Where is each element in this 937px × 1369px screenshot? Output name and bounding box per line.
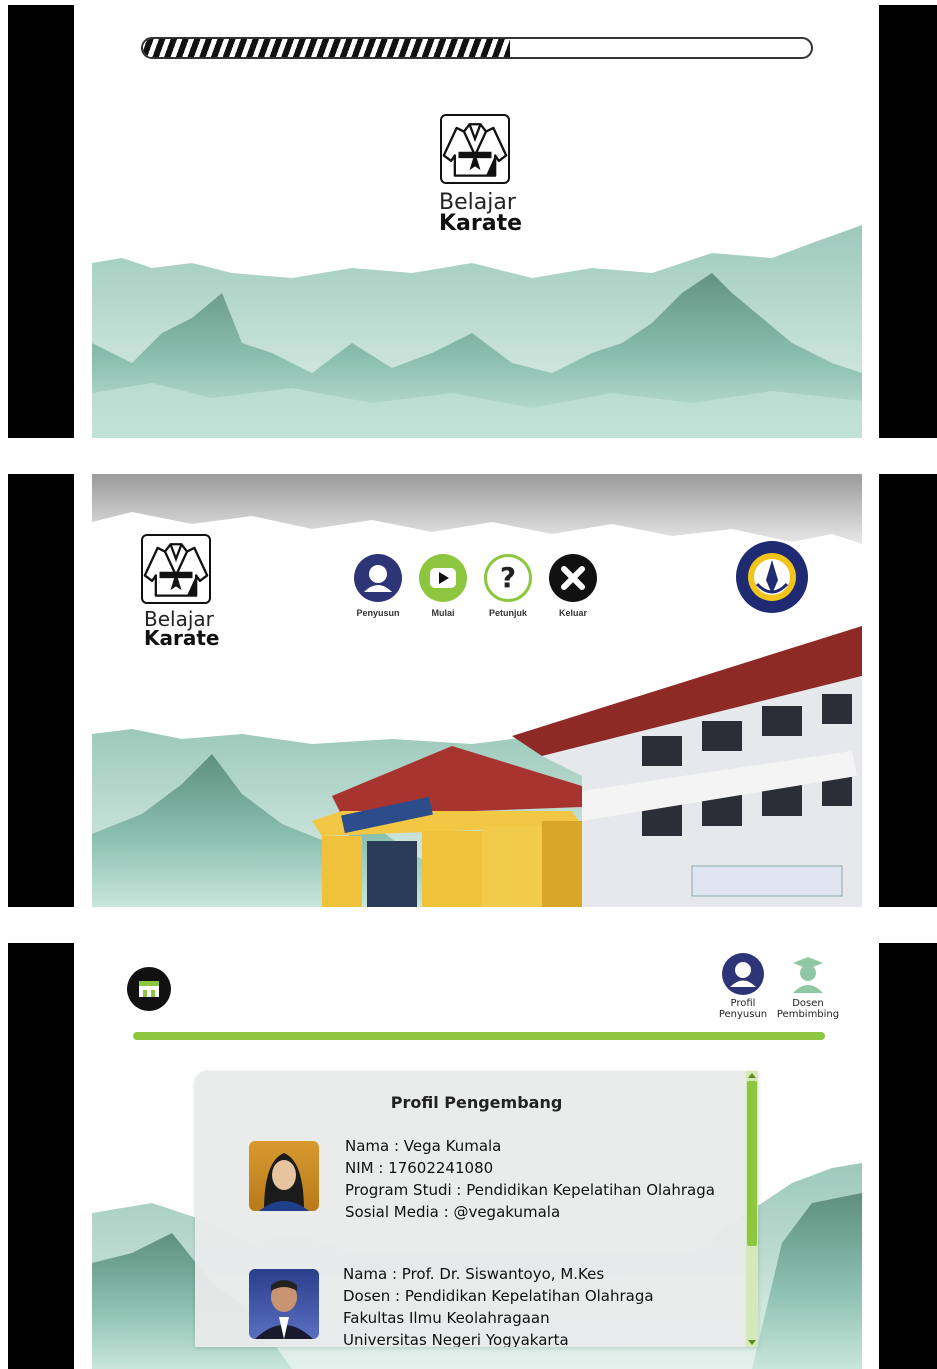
letterbox-left xyxy=(8,474,74,907)
university-seal-icon xyxy=(736,541,808,613)
profile-1-line-4: Sosial Media : @vegakumala xyxy=(345,1203,561,1221)
profil-penyusun-label-1: Profil xyxy=(730,998,756,1009)
home-icon xyxy=(139,981,159,997)
svg-text:?: ? xyxy=(500,561,516,594)
profile-2-line-2: Dosen : Pendidikan Kepelatihan Olahraga xyxy=(343,1287,654,1305)
profile-2-line-1: Nama : Prof. Dr. Siswantoyo, M.Kes xyxy=(343,1265,605,1283)
petunjuk-button[interactable]: ? Petunjuk xyxy=(478,554,538,618)
letterbox-left xyxy=(8,943,74,1369)
logo-title-line2: Karate xyxy=(144,626,220,650)
keluar-label: Keluar xyxy=(558,608,587,618)
profile-screen: Profil Penyusun Dosen Pembimbing Profil … xyxy=(0,943,937,1369)
profile-1-details: Nama : Vega Kumala NIM : 17602241080 Pro… xyxy=(345,1135,715,1223)
penyusun-label: Penyusun xyxy=(356,608,400,618)
person-icon xyxy=(722,953,764,995)
main-menu-screen: Belajar Karate Penyusun Mulai ? Petunjuk… xyxy=(0,474,937,907)
play-icon xyxy=(419,554,467,602)
close-icon xyxy=(549,554,597,602)
profile-2-details: Nama : Prof. Dr. Siswantoyo, M.Kes Dosen… xyxy=(343,1263,654,1347)
card-title: Profil Pengembang xyxy=(390,1093,563,1112)
home-button[interactable] xyxy=(127,967,171,1011)
menu-stage: Belajar Karate Penyusun Mulai ? Petunjuk… xyxy=(92,474,862,907)
loading-screen: Belajar Karate xyxy=(0,5,937,438)
question-chat-icon: ? xyxy=(484,554,532,602)
profile-2-line-4: Universitas Negeri Yogyakarta xyxy=(343,1331,569,1347)
profil-penyusun-button[interactable]: Profil Penyusun xyxy=(714,953,772,1020)
dosen-pembimbing-label-2: Pembimbing xyxy=(776,1008,840,1020)
letterbox-right xyxy=(879,474,937,907)
profile-card: Profil Pengembang Nama : Vega Kumala NIM… xyxy=(195,1071,758,1347)
scrollbar-thumb[interactable] xyxy=(747,1081,757,1246)
profile-stage: Profil Penyusun Dosen Pembimbing Profil … xyxy=(92,943,862,1369)
karate-logo-icon xyxy=(440,114,510,184)
letterbox-left xyxy=(8,5,74,438)
scroll-down-icon[interactable] xyxy=(748,1340,756,1345)
profil-penyusun-label-2: Penyusun xyxy=(718,1008,768,1020)
green-divider xyxy=(133,1032,825,1040)
graduate-icon xyxy=(793,957,823,993)
profile-1-line-1: Nama : Vega Kumala xyxy=(345,1137,502,1155)
campus-building-image xyxy=(312,626,862,907)
profile-1-line-3: Program Studi : Pendidikan Kepelatihan O… xyxy=(345,1181,715,1199)
scroll-up-icon[interactable] xyxy=(748,1073,756,1078)
karate-logo-icon xyxy=(141,534,211,604)
petunjuk-label: Petunjuk xyxy=(488,608,527,618)
keluar-button[interactable]: Keluar xyxy=(543,554,603,618)
dosen-pembimbing-label-1: Dosen xyxy=(792,998,824,1009)
profile-1-line-2: NIM : 17602241080 xyxy=(345,1159,494,1177)
penyusun-button[interactable]: Penyusun xyxy=(348,554,408,618)
scrollbar-track[interactable] xyxy=(746,1071,758,1347)
loading-progress-fill xyxy=(143,39,511,57)
profile-2-line-3: Fakultas Ilmu Keolahragaan xyxy=(343,1309,550,1327)
letterbox-right xyxy=(879,943,937,1369)
profile-photo-1 xyxy=(249,1141,319,1211)
person-icon xyxy=(354,554,402,602)
mountain-background xyxy=(92,225,862,438)
dosen-pembimbing-button[interactable]: Dosen Pembimbing xyxy=(774,953,842,1020)
letterbox-right xyxy=(879,5,937,438)
loading-progress-bar xyxy=(141,37,813,59)
loading-stage: Belajar Karate xyxy=(92,5,862,438)
profile-photo-2 xyxy=(249,1269,319,1339)
mulai-button[interactable]: Mulai xyxy=(413,554,473,618)
mulai-label: Mulai xyxy=(431,608,455,618)
